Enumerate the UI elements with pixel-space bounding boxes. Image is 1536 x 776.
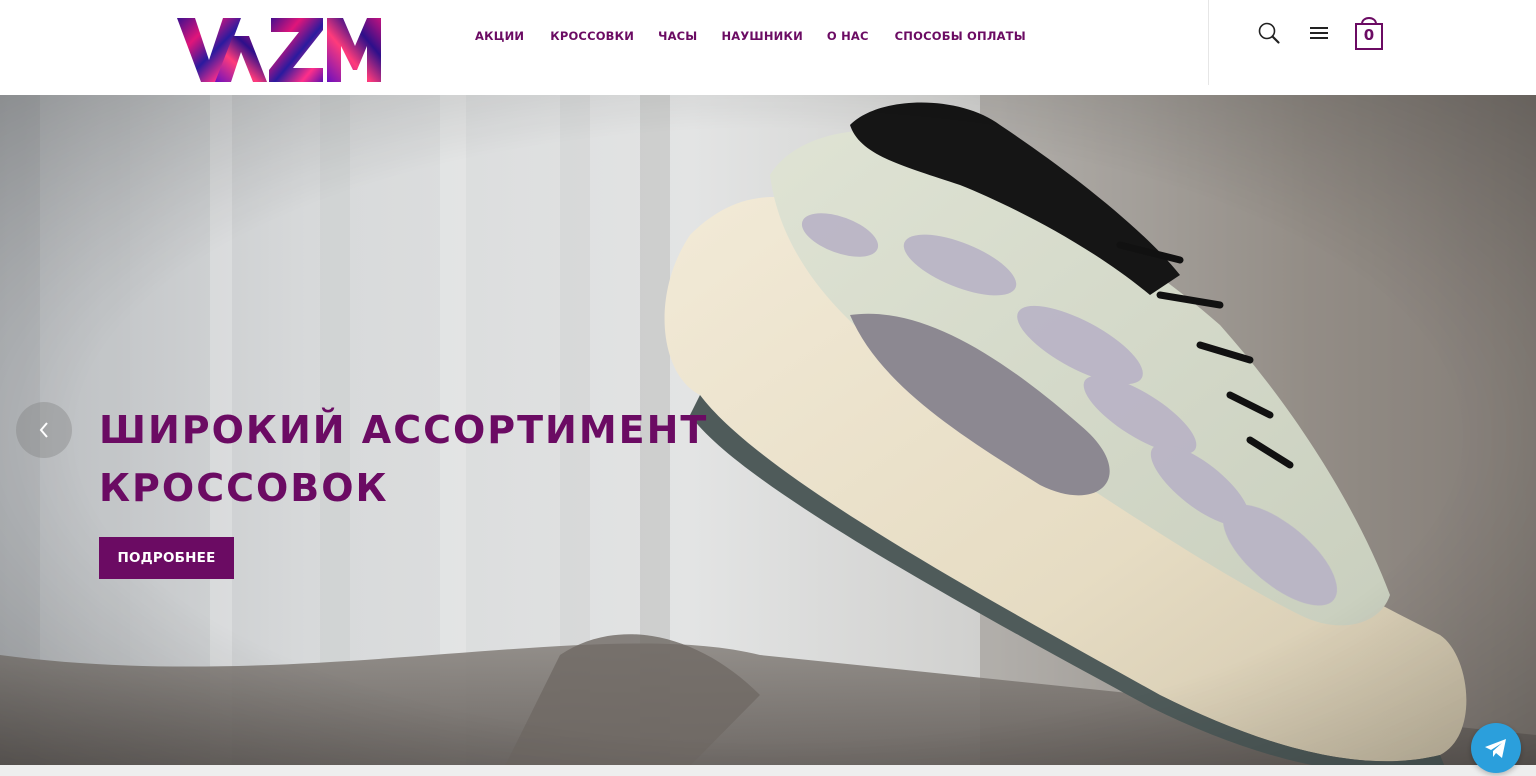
telegram-chat-button[interactable]: [1471, 723, 1521, 773]
search-button[interactable]: [1256, 20, 1282, 46]
menu-button[interactable]: [1306, 20, 1332, 46]
nav-item-naushniki[interactable]: НАУШНИКИ: [721, 29, 802, 47]
nav-item-sposoby-oplaty[interactable]: СПОСОБЫ ОПЛАТЫ: [895, 29, 1026, 47]
hero-title-line2: КРОССОВОК: [99, 466, 389, 510]
header-divider: [1208, 0, 1209, 85]
nav-item-krossovki[interactable]: КРОССОВКИ: [550, 29, 634, 47]
main-nav: АКЦИИ КРОССОВКИ ЧАСЫ НАУШНИКИ О НАС СПОС…: [475, 29, 1026, 47]
page: АКЦИИ КРОССОВКИ ЧАСЫ НАУШНИКИ О НАС СПОС…: [0, 0, 1536, 776]
nav-item-o-nas[interactable]: О НАС: [827, 29, 869, 47]
site-logo[interactable]: [175, 16, 383, 84]
hero-bottom-strip: [0, 765, 1536, 776]
search-icon: [1258, 22, 1280, 44]
chevron-left-icon: [39, 422, 48, 438]
nav-item-akcii[interactable]: АКЦИИ: [475, 29, 524, 47]
telegram-icon: [1485, 739, 1506, 758]
slider-prev-button[interactable]: [16, 402, 72, 458]
site-header: АКЦИИ КРОССОВКИ ЧАСЫ НАУШНИКИ О НАС СПОС…: [0, 0, 1536, 95]
cart-count: 0: [1363, 26, 1375, 44]
hero-title-line1: ШИРОКИЙ АССОРТИМЕНТ: [99, 408, 709, 452]
hamburger-menu-icon: [1310, 27, 1328, 39]
nav-item-chasy[interactable]: ЧАСЫ: [658, 29, 697, 47]
hero-slider: ШИРОКИЙ АССОРТИМЕНТ КРОССОВОК ПОДРОБНЕЕ: [0, 95, 1536, 776]
cart-button[interactable]: 0: [1352, 12, 1386, 52]
hero-title: ШИРОКИЙ АССОРТИМЕНТ КРОССОВОК: [99, 401, 719, 517]
hero-details-button[interactable]: ПОДРОБНЕЕ: [99, 537, 234, 579]
